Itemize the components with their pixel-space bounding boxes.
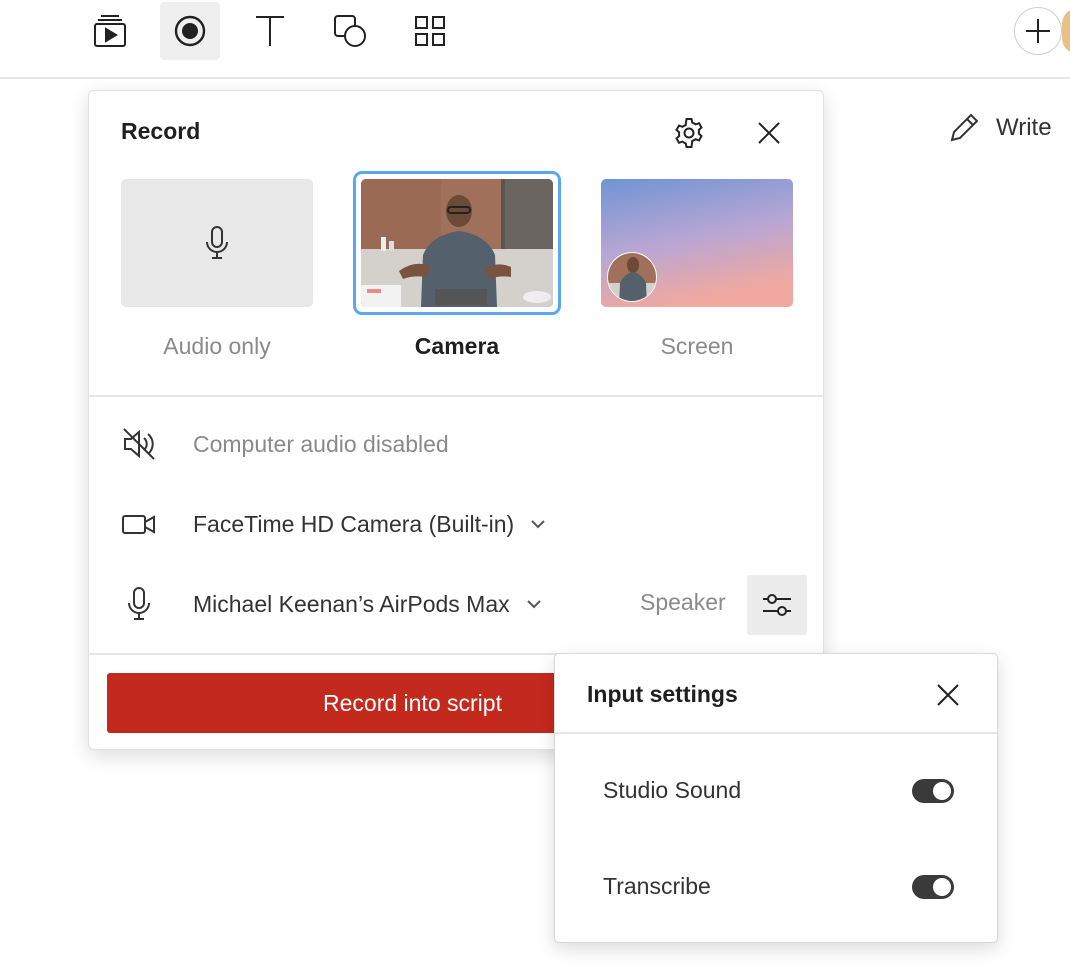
close-icon	[758, 122, 780, 144]
transcribe-label: Transcribe	[603, 873, 711, 899]
gear-icon	[675, 118, 703, 148]
close-icon	[937, 684, 959, 706]
camera-preview-thumbnail	[361, 179, 553, 307]
mode-label: Camera	[414, 333, 500, 359]
media-library-tool[interactable]	[80, 2, 140, 60]
grid-tool[interactable]	[400, 2, 460, 60]
grid-icon	[415, 16, 445, 46]
input-settings-close-button[interactable]	[927, 674, 969, 716]
screen-preview-thumbnail	[601, 179, 793, 307]
transcribe-toggle[interactable]	[912, 875, 954, 899]
computer-audio-label: Computer audio disabled	[193, 430, 449, 457]
avatar[interactable]	[1062, 8, 1070, 54]
speaker-muted-icon	[123, 428, 155, 460]
microphone-select[interactable]: Michael Keenan’s AirPods Max	[193, 591, 542, 618]
pencil-icon	[950, 113, 979, 142]
text-icon	[256, 16, 284, 46]
mode-label: Screen	[660, 333, 734, 359]
computer-audio-row[interactable]: Computer audio disabled	[119, 424, 449, 464]
add-button[interactable]	[1014, 7, 1062, 55]
shapes-tool[interactable]	[320, 2, 380, 60]
microphone-select-value: Michael Keenan’s AirPods Max	[193, 590, 510, 617]
mode-screen[interactable]: Screen	[601, 179, 793, 360]
screen-preview-image	[601, 179, 793, 307]
sliders-icon	[763, 594, 791, 616]
record-panel: Record Audio only Camera Screen Computer…	[88, 90, 824, 750]
text-tool[interactable]	[240, 2, 300, 60]
studio-sound-toggle[interactable]	[912, 779, 954, 803]
camera-select-row[interactable]: FaceTime HD Camera (Built-in)	[119, 504, 545, 544]
chevron-down-icon	[531, 520, 545, 529]
record-panel-title: Record	[121, 118, 201, 144]
mode-audio-only[interactable]: Audio only	[121, 179, 313, 360]
microphone-select-row[interactable]: Michael Keenan’s AirPods Max	[119, 584, 541, 624]
speaker-label: Speaker	[640, 589, 726, 615]
top-toolbar	[0, 0, 1070, 79]
write-button[interactable]: Write	[946, 110, 1052, 146]
video-camera-icon	[122, 515, 155, 534]
divider	[555, 732, 997, 734]
shapes-icon	[334, 15, 366, 47]
camera-select[interactable]: FaceTime HD Camera (Built-in)	[193, 511, 546, 538]
microphone-icon	[206, 226, 228, 259]
media-library-icon	[94, 15, 126, 47]
plus-icon	[1026, 19, 1050, 43]
close-button[interactable]	[748, 112, 790, 154]
record-tool[interactable]	[160, 2, 220, 60]
studio-sound-label: Studio Sound	[603, 777, 742, 803]
divider	[89, 395, 823, 397]
camera-preview-image	[361, 179, 553, 307]
input-settings-title: Input settings	[587, 681, 738, 707]
chevron-down-icon	[526, 600, 541, 609]
microphone-icon	[128, 587, 150, 620]
mode-label: Audio only	[163, 333, 271, 359]
input-settings-popover: Input settings Studio Sound Transcribe	[554, 653, 998, 943]
camera-select-value: FaceTime HD Camera (Built-in)	[193, 510, 515, 537]
audio-only-thumbnail	[121, 179, 313, 307]
mode-camera[interactable]: Camera	[353, 171, 561, 360]
write-label: Write	[996, 114, 1052, 141]
input-settings-button[interactable]	[747, 575, 807, 635]
settings-button[interactable]	[668, 112, 710, 154]
record-icon	[174, 15, 206, 47]
record-button-label: Record into script	[323, 689, 502, 716]
